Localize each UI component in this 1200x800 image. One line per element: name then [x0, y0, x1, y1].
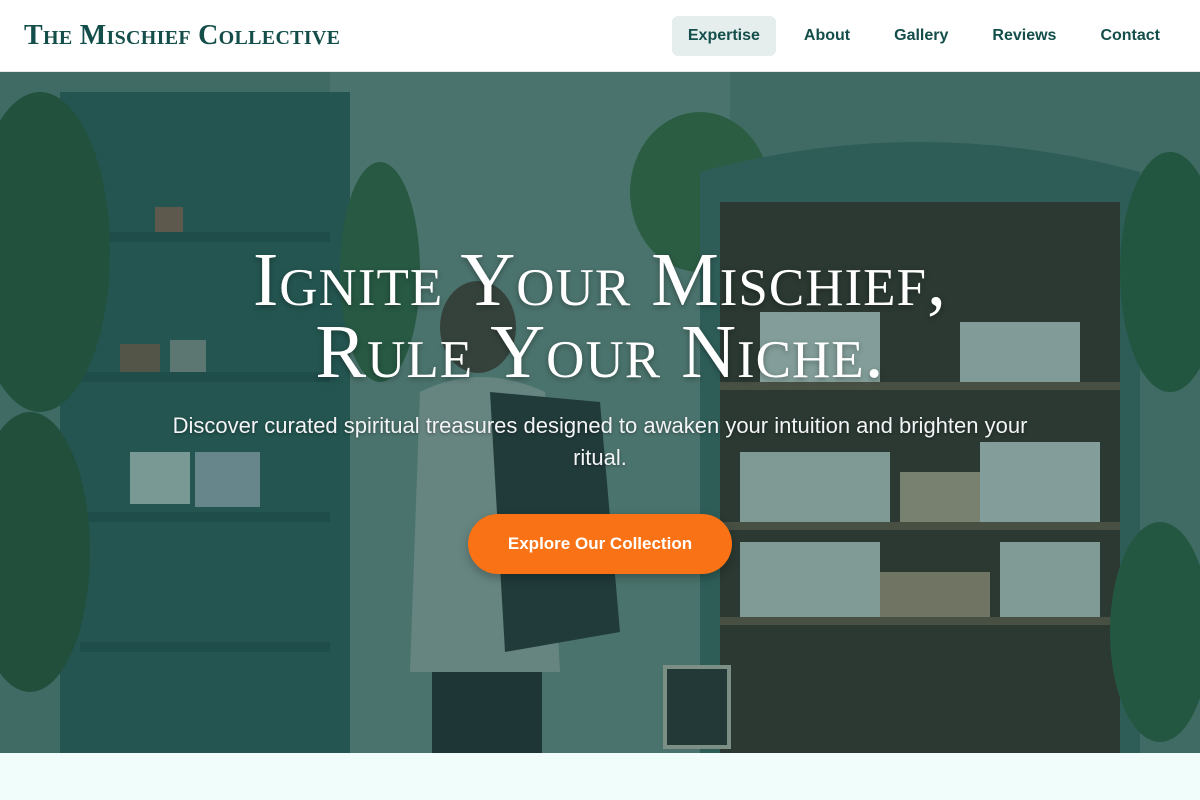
site-logo[interactable]: The Mischief Collective: [24, 20, 340, 52]
main-nav: Expertise About Gallery Reviews Contact: [671, 15, 1176, 56]
nav-link-about[interactable]: About: [788, 16, 866, 56]
hero-title: Ignite Your Mischief, Rule Your Niche.: [253, 242, 947, 390]
next-section-top: [0, 753, 1200, 800]
nav-link-reviews[interactable]: Reviews: [976, 16, 1072, 56]
site-header: The Mischief Collective Expertise About …: [0, 0, 1200, 72]
hero-subtitle: Discover curated spiritual treasures des…: [172, 413, 1028, 470]
nav-link-contact[interactable]: Contact: [1084, 16, 1176, 56]
nav-link-expertise[interactable]: Expertise: [671, 15, 776, 56]
hero-section: Ignite Your Mischief, Rule Your Niche. D…: [0, 72, 1200, 753]
explore-collection-button[interactable]: Explore Our Collection: [467, 514, 733, 574]
nav-link-gallery[interactable]: Gallery: [878, 16, 964, 56]
hero-title-line-2: Rule Your Niche.: [315, 310, 885, 394]
hero-content: Ignite Your Mischief, Rule Your Niche. D…: [0, 72, 1200, 753]
